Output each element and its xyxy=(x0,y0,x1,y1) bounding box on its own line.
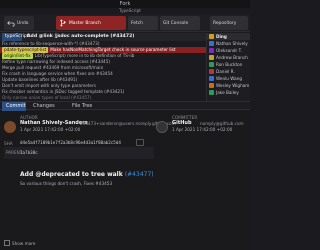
show-more-label: Show more xyxy=(12,240,36,246)
commit-message-title: Add @deprecated to tree walk (#43477) xyxy=(20,171,154,178)
sidebar-item[interactable]: Jake Bailey xyxy=(207,89,250,96)
copy-icon[interactable] xyxy=(136,139,144,146)
head-commit-title[interactable]: Add @link |jsdoc auto-complete (#43472) xyxy=(24,33,137,41)
sidebar-item[interactable]: Wenlu Wang xyxy=(207,75,250,82)
tab-changes[interactable]: Changes xyxy=(29,102,59,111)
commit-details: AUTHOR COMMITTER Nathan Shively-Sanders … xyxy=(0,111,250,250)
fetch-label: Fetch xyxy=(131,20,143,26)
undo-icon xyxy=(7,21,15,27)
checkbox-icon xyxy=(4,240,10,246)
committer-name: GitHub xyxy=(172,120,192,126)
sidebar-item[interactable]: Nathan Shively xyxy=(207,40,250,47)
console-label: Git Console xyxy=(163,20,189,26)
commit-message-body: So various things don't crash, Fixes #43… xyxy=(20,181,113,186)
branch-button[interactable]: Master Branch xyxy=(56,16,126,30)
header-color xyxy=(209,34,214,39)
author-name: Nathan Shively-Sanders xyxy=(20,120,88,126)
tab-file-tree[interactable]: File Tree xyxy=(68,102,96,111)
fetch-button[interactable]: Fetch xyxy=(128,16,158,30)
undo-label: Undo xyxy=(17,20,29,26)
console-button[interactable]: Git Console xyxy=(160,16,200,30)
committer-email[interactable]: noreply@github.com xyxy=(200,121,244,126)
pr-link[interactable]: (#43477) xyxy=(125,171,154,178)
branch-tag[interactable]: typeScript xyxy=(2,33,29,41)
committer-date: 1 Apr 2021 17:42:00 +02:00 xyxy=(172,127,233,132)
undo-button[interactable]: Undo xyxy=(4,16,34,30)
sidebar-item[interactable]: Oleksandr T. xyxy=(207,47,250,54)
commit-sha[interactable]: d4e5a4f7109b1e7f2a3b8c96e4d3a1f80ab2c5d4 xyxy=(20,140,121,145)
sidebar-item[interactable]: Daniel R. xyxy=(207,68,250,75)
commit-list-header: typeScript Add @link |jsdoc auto-complet… xyxy=(0,33,206,41)
sidebar-item[interactable]: Wesley Wigham xyxy=(207,82,250,89)
window-title: Fork xyxy=(0,0,250,8)
sidebar-item[interactable]: Andrew Branch xyxy=(207,54,250,61)
parent-sha[interactable]: 1a7b38c xyxy=(20,150,38,155)
branch-label: Master Branch xyxy=(69,20,101,26)
author-avatar xyxy=(4,121,16,133)
repository-label: Repository xyxy=(213,20,237,26)
author-date: 1 Apr 2021 17:42:00 +02:00 xyxy=(20,127,81,132)
sidebar-header: Ding xyxy=(207,33,250,40)
commit-list: Fix reference to lib-sequence-with-*/ (#… xyxy=(0,41,206,101)
sha-label: SHA xyxy=(4,141,13,146)
tab-commit[interactable]: Commit xyxy=(2,102,26,111)
detail-tabs: Commit Changes File Tree xyxy=(0,101,250,111)
show-more-toggle[interactable]: Show more xyxy=(4,239,74,247)
toolbar: Undo Master Branch Fetch Git Console Rep… xyxy=(0,14,250,32)
branch-icon xyxy=(60,19,66,27)
author-sidebar: Ding Nathan Shively Oleksandr T. Andrew … xyxy=(206,33,250,101)
repository-button[interactable]: Repository xyxy=(210,16,248,30)
committer-avatar xyxy=(156,121,168,133)
sidebar-item[interactable]: Ron Buckton xyxy=(207,61,250,68)
